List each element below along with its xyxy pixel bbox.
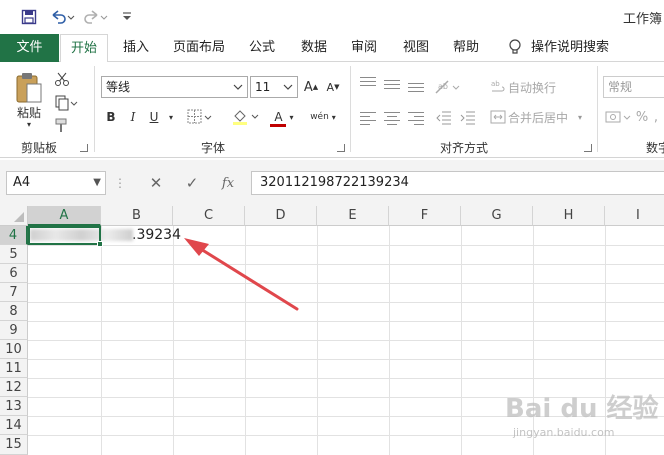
- shrink-font-icon[interactable]: A ▼: [324, 76, 342, 98]
- chevron-down-icon: [281, 77, 295, 97]
- svg-text:ab: ab: [491, 80, 500, 88]
- align-bottom-icon[interactable]: [408, 83, 424, 95]
- accounting-format-icon[interactable]: [604, 106, 634, 128]
- name-box-value: A4: [13, 175, 31, 190]
- font-size-value: 11: [255, 80, 271, 94]
- watermark-url: jingyan.baidu.com: [513, 426, 615, 439]
- formula-bar-grip-icon: ⋮: [114, 176, 126, 190]
- chevron-down-icon: [231, 77, 245, 97]
- bold-button[interactable]: B: [102, 106, 120, 128]
- align-middle-icon[interactable]: [384, 80, 400, 92]
- group-separator: [94, 66, 95, 152]
- paste-dropdown-icon[interactable]: ▾: [22, 119, 36, 129]
- borders-icon[interactable]: [186, 106, 214, 128]
- tab-formulas[interactable]: 公式: [242, 34, 282, 62]
- title-bar: 工作簿: [0, 0, 664, 34]
- format-painter-icon[interactable]: [52, 114, 72, 136]
- font-color-button[interactable]: A ▾: [266, 106, 298, 128]
- grow-font-icon[interactable]: A ▲: [302, 76, 320, 98]
- font-color-letter: A: [274, 110, 283, 124]
- number-format-combo[interactable]: 常规: [603, 76, 664, 98]
- svg-text:ab: ab: [438, 82, 448, 91]
- group-separator: [350, 66, 351, 152]
- customize-icon[interactable]: [118, 7, 136, 27]
- ribbon-tabs: 文件 开始 插入 页面布局 公式 数据 审阅 视图 帮助 操作说明搜索: [0, 34, 664, 63]
- clipboard-group-label: 剪贴板: [20, 141, 57, 155]
- align-center-icon[interactable]: [384, 112, 400, 128]
- decrease-indent-icon[interactable]: [434, 106, 454, 128]
- watermark-logo: Bai du 经验: [505, 394, 659, 424]
- watermark: Bai du 经验 jingyan.baidu.com: [505, 388, 659, 450]
- tab-help[interactable]: 帮助: [446, 34, 486, 62]
- window-title: 工作簿: [622, 12, 662, 27]
- increase-indent-icon[interactable]: [458, 106, 478, 128]
- phonetic-label: wén: [310, 112, 329, 122]
- italic-button[interactable]: I: [124, 106, 142, 128]
- tab-home[interactable]: 开始: [60, 34, 108, 63]
- lightbulb-icon[interactable]: [504, 34, 526, 62]
- chevron-down-icon: ▼: [93, 177, 101, 188]
- tab-review[interactable]: 审阅: [344, 34, 384, 62]
- undo-icon[interactable]: [48, 7, 76, 27]
- number-group-label: 数字: [646, 141, 664, 155]
- grow-font-label: A: [303, 79, 313, 95]
- shrink-font-label: A: [326, 80, 335, 94]
- merge-center-icon[interactable]: [488, 106, 508, 128]
- wrap-text-button[interactable]: 自动换行: [508, 76, 560, 98]
- font-dialog-launcher[interactable]: [337, 144, 345, 152]
- underline-button[interactable]: U: [146, 106, 162, 128]
- align-right-icon[interactable]: [408, 112, 424, 128]
- worksheet-grid: A B C D E F G H I 4 5 6 7 8 9 10 11 12 1…: [0, 206, 664, 455]
- comma-button[interactable]: ,: [650, 106, 662, 128]
- tab-file[interactable]: 文件: [0, 34, 59, 62]
- fill-color-icon[interactable]: [230, 106, 262, 128]
- cut-icon[interactable]: [52, 68, 72, 90]
- font-group-label: 字体: [200, 141, 225, 155]
- tab-data[interactable]: 数据: [294, 34, 334, 62]
- formula-bar: A4 ▼ ⋮ ✕ ✓ fx 320112198722139234: [0, 160, 664, 206]
- paste-icon[interactable]: [12, 70, 46, 106]
- font-size-combo[interactable]: 11: [250, 76, 298, 98]
- chevron-down-icon: ▾: [289, 112, 294, 122]
- cancel-icon[interactable]: ✕: [142, 171, 170, 195]
- tab-view[interactable]: 视图: [396, 34, 436, 62]
- enter-icon[interactable]: ✓: [178, 171, 206, 195]
- font-name-combo[interactable]: 等线: [101, 76, 248, 98]
- alignment-group-label: 对齐方式: [439, 141, 488, 155]
- clipboard-dialog-launcher[interactable]: [80, 144, 88, 152]
- font-name-value: 等线: [106, 80, 131, 94]
- percent-button[interactable]: %: [636, 106, 648, 128]
- merge-dropdown-icon[interactable]: ▾: [574, 106, 586, 128]
- wrap-text-icon[interactable]: ab: [488, 76, 508, 98]
- tell-me-search[interactable]: 操作说明搜索: [530, 34, 610, 62]
- name-box[interactable]: A4 ▼: [6, 171, 106, 195]
- underline-dropdown-icon[interactable]: ▾: [164, 106, 178, 128]
- alignment-dialog-launcher[interactable]: [584, 144, 592, 152]
- copy-icon[interactable]: [52, 92, 80, 114]
- ribbon-home: 粘贴 ▾ 剪贴板 等线 11 A ▲ A ▼ B I U ▾ A ▾ wén ▾…: [0, 62, 664, 158]
- orientation-icon[interactable]: ab: [432, 76, 466, 98]
- tab-insert[interactable]: 插入: [116, 34, 156, 62]
- formula-input[interactable]: 320112198722139234: [251, 171, 664, 195]
- insert-function-icon[interactable]: fx: [214, 171, 242, 195]
- paste-button[interactable]: 粘贴: [12, 104, 46, 120]
- merge-center-button[interactable]: 合并后居中: [508, 106, 572, 128]
- align-left-icon[interactable]: [360, 112, 376, 128]
- tab-page-layout[interactable]: 页面布局: [168, 34, 230, 62]
- redo-icon[interactable]: [82, 7, 110, 27]
- group-separator: [597, 66, 598, 152]
- align-top-icon[interactable]: [360, 77, 376, 89]
- phonetic-guide-icon[interactable]: wén ▾: [306, 106, 340, 128]
- save-icon[interactable]: [18, 7, 40, 27]
